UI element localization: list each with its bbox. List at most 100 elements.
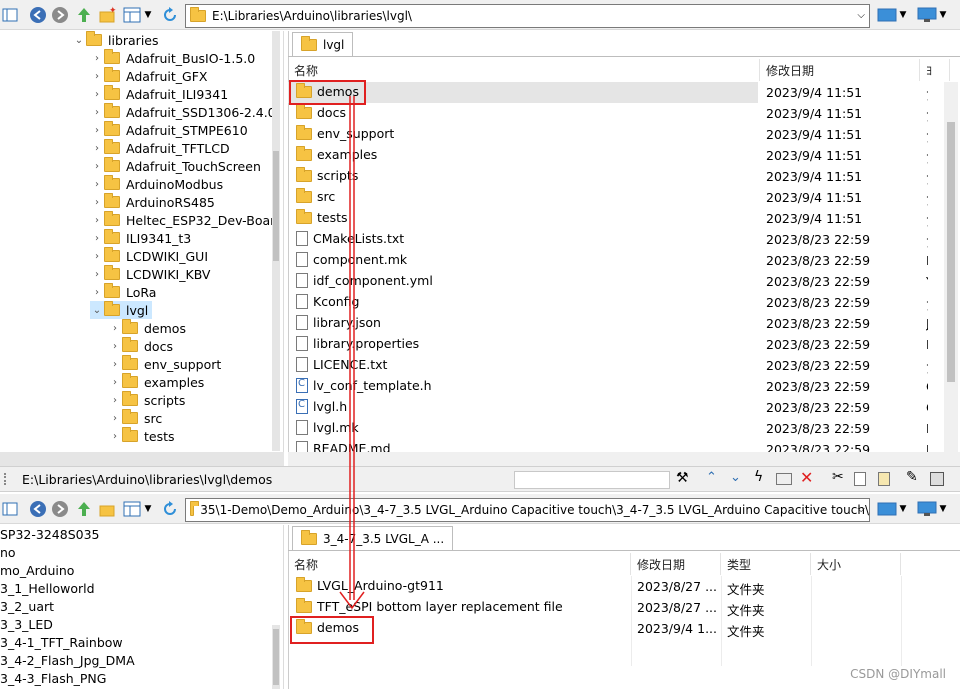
status-filter-input[interactable] [514, 471, 670, 489]
bottom-tree-scrollbar[interactable] [272, 625, 280, 689]
tree-item[interactable]: › Adafruit_GFX [90, 67, 207, 85]
file-row[interactable]: LVGL_Arduino-gt911 2023/8/27 ... 文件夹 [288, 576, 928, 597]
chevron-right-icon[interactable]: › [108, 377, 122, 388]
file-row[interactable]: library.json [288, 313, 758, 334]
chevron-right-icon[interactable]: › [90, 233, 104, 244]
file-row[interactable]: lvgl.mk [288, 418, 758, 439]
view-mode-icon[interactable] [122, 5, 142, 25]
monitor-dropdown-icon[interactable]: ▼ [938, 5, 948, 25]
tree-item[interactable]: no [0, 543, 16, 561]
chevron-right-icon[interactable]: › [108, 413, 122, 424]
top-tree-scrollbar[interactable] [272, 31, 280, 451]
file-row[interactable]: docs [288, 103, 758, 124]
file-row[interactable]: src [288, 187, 758, 208]
file-row[interactable]: demos 2023/9/4 1... 文件夹 [288, 618, 928, 639]
top-tree-hscrollbar[interactable] [0, 452, 284, 466]
tree-item[interactable]: 3_4-2_Flash_Jpg_DMA [0, 651, 135, 669]
file-row[interactable]: LICENCE.txt [288, 355, 758, 376]
bottom-address-bar[interactable]: 35\1-Demo\Demo_Arduino\3_4-7_3.5 LVGL_Ar… [185, 498, 870, 522]
panel-icon-bottom[interactable] [0, 499, 20, 519]
column-extra[interactable]: ﾖ [920, 59, 950, 81]
pane-layout-icon[interactable] [876, 5, 898, 25]
file-row[interactable]: env_support [288, 124, 758, 145]
file-row[interactable]: TFT_eSPI bottom layer replacement file 20… [288, 597, 928, 618]
column-size-bottom[interactable]: 大小 [811, 553, 901, 575]
chevron-right-icon[interactable]: › [108, 341, 122, 352]
file-row[interactable]: README.md [288, 439, 758, 452]
file-row[interactable]: examples [288, 145, 758, 166]
tree-item[interactable]: › Adafruit_TouchScreen [90, 157, 261, 175]
chevron-right-icon[interactable]: › [90, 143, 104, 154]
refresh-icon[interactable] [160, 5, 180, 25]
tree-item[interactable]: › ArduinoModbus [90, 175, 223, 193]
file-row[interactable]: lv_conf_template.h [288, 376, 758, 397]
column-name-bottom[interactable]: 名称 [288, 553, 631, 575]
tree-item[interactable]: › tests [108, 427, 175, 445]
properties-icon[interactable] [930, 472, 944, 486]
chevron-right-icon[interactable]: › [90, 107, 104, 118]
paste-icon[interactable] [878, 472, 890, 486]
chevron-down-icon[interactable]: ⌄ [90, 305, 104, 316]
tree-item[interactable]: › LCDWIKI_KBV [90, 265, 210, 283]
tree-item[interactable]: › Adafruit_ILI9341 [90, 85, 228, 103]
tab-lvgl[interactable]: lvgl [292, 32, 354, 56]
up-folder-icon-bottom[interactable] [74, 499, 94, 519]
tree-item[interactable]: 3_4-3_Flash_PNG [0, 669, 106, 687]
tree-item[interactable]: › demos [108, 319, 186, 337]
tree-item[interactable]: 3_2_uart [0, 597, 54, 615]
chevron-right-icon[interactable]: › [90, 71, 104, 82]
view-mode-icon-bottom[interactable] [122, 499, 142, 519]
file-row[interactable]: Kconfig [288, 292, 758, 313]
file-row[interactable]: component.mk [288, 250, 758, 271]
tree-item[interactable]: › Adafruit_BusIO-1.5.0 [90, 49, 255, 67]
up-folder-icon[interactable] [74, 5, 94, 25]
tree-item[interactable]: › Heltec_ESP32_Dev-Boar [90, 211, 275, 229]
rename-icon[interactable] [776, 473, 792, 485]
lightning-icon[interactable]: ϟ [754, 469, 763, 485]
edit-icon[interactable]: ✎ [906, 469, 918, 485]
tree-item[interactable]: › Adafruit_TFTLCD [90, 139, 230, 157]
back-icon-bottom[interactable] [28, 499, 48, 519]
tree-item[interactable]: › docs [108, 337, 173, 355]
move-down-icon[interactable]: ⌄ [730, 470, 741, 485]
chevron-right-icon[interactable]: › [108, 359, 122, 370]
chevron-right-icon[interactable]: › [108, 323, 122, 334]
tree-item[interactable]: › LoRa [90, 283, 156, 301]
view-dropdown-icon-bottom[interactable]: ▼ [142, 499, 154, 519]
chevron-right-icon[interactable]: › [90, 161, 104, 172]
tree-item[interactable]: › ILI9341_t3 [90, 229, 191, 247]
chevron-right-icon[interactable]: › [108, 395, 122, 406]
tools-icon[interactable]: ⚒ [676, 470, 689, 486]
chevron-right-icon[interactable]: › [90, 251, 104, 262]
tree-item[interactable]: › LCDWIKI_GUI [90, 247, 208, 265]
chevron-right-icon[interactable]: › [90, 179, 104, 190]
file-row[interactable]: scripts [288, 166, 758, 187]
monitor-dropdown-icon-bottom[interactable]: ▼ [938, 499, 948, 519]
forward-icon[interactable] [50, 5, 70, 25]
tree-item[interactable]: mo_Arduino [0, 561, 74, 579]
top-files-hscrollbar[interactable] [288, 452, 960, 466]
monitor-icon[interactable] [916, 5, 938, 25]
tree-item[interactable]: 3_4-1_TFT_Rainbow [0, 633, 123, 651]
chevron-right-icon[interactable]: › [90, 287, 104, 298]
chevron-right-icon[interactable]: › [90, 89, 104, 100]
tree-item[interactable]: › scripts [108, 391, 185, 409]
column-name[interactable]: 名称 [288, 59, 760, 81]
chevron-right-icon[interactable]: › [90, 125, 104, 136]
chevron-right-icon[interactable]: › [90, 215, 104, 226]
chevron-down-icon-bottom[interactable]: ⌵ [857, 504, 865, 515]
chevron-right-icon[interactable]: › [108, 431, 122, 442]
tree-item[interactable]: › Adafruit_STMPE610 [90, 121, 248, 139]
view-dropdown-icon[interactable]: ▼ [142, 5, 154, 25]
back-icon[interactable] [28, 5, 48, 25]
pane-layout-icon-bottom[interactable] [876, 499, 898, 519]
tree-item[interactable]: › env_support [108, 355, 221, 373]
tree-item[interactable]: ⌄ lvgl [90, 301, 153, 319]
column-date-bottom[interactable]: 修改日期 [631, 553, 721, 575]
file-row[interactable]: lvgl.h [288, 397, 758, 418]
top-files-scrollbar[interactable] [944, 82, 958, 452]
chevron-down-icon[interactable]: ⌄ [72, 35, 86, 46]
chevron-right-icon[interactable]: › [90, 197, 104, 208]
tree-item[interactable]: ⌄ libraries [72, 31, 159, 49]
tree-item[interactable]: 3_3_LED [0, 615, 53, 633]
